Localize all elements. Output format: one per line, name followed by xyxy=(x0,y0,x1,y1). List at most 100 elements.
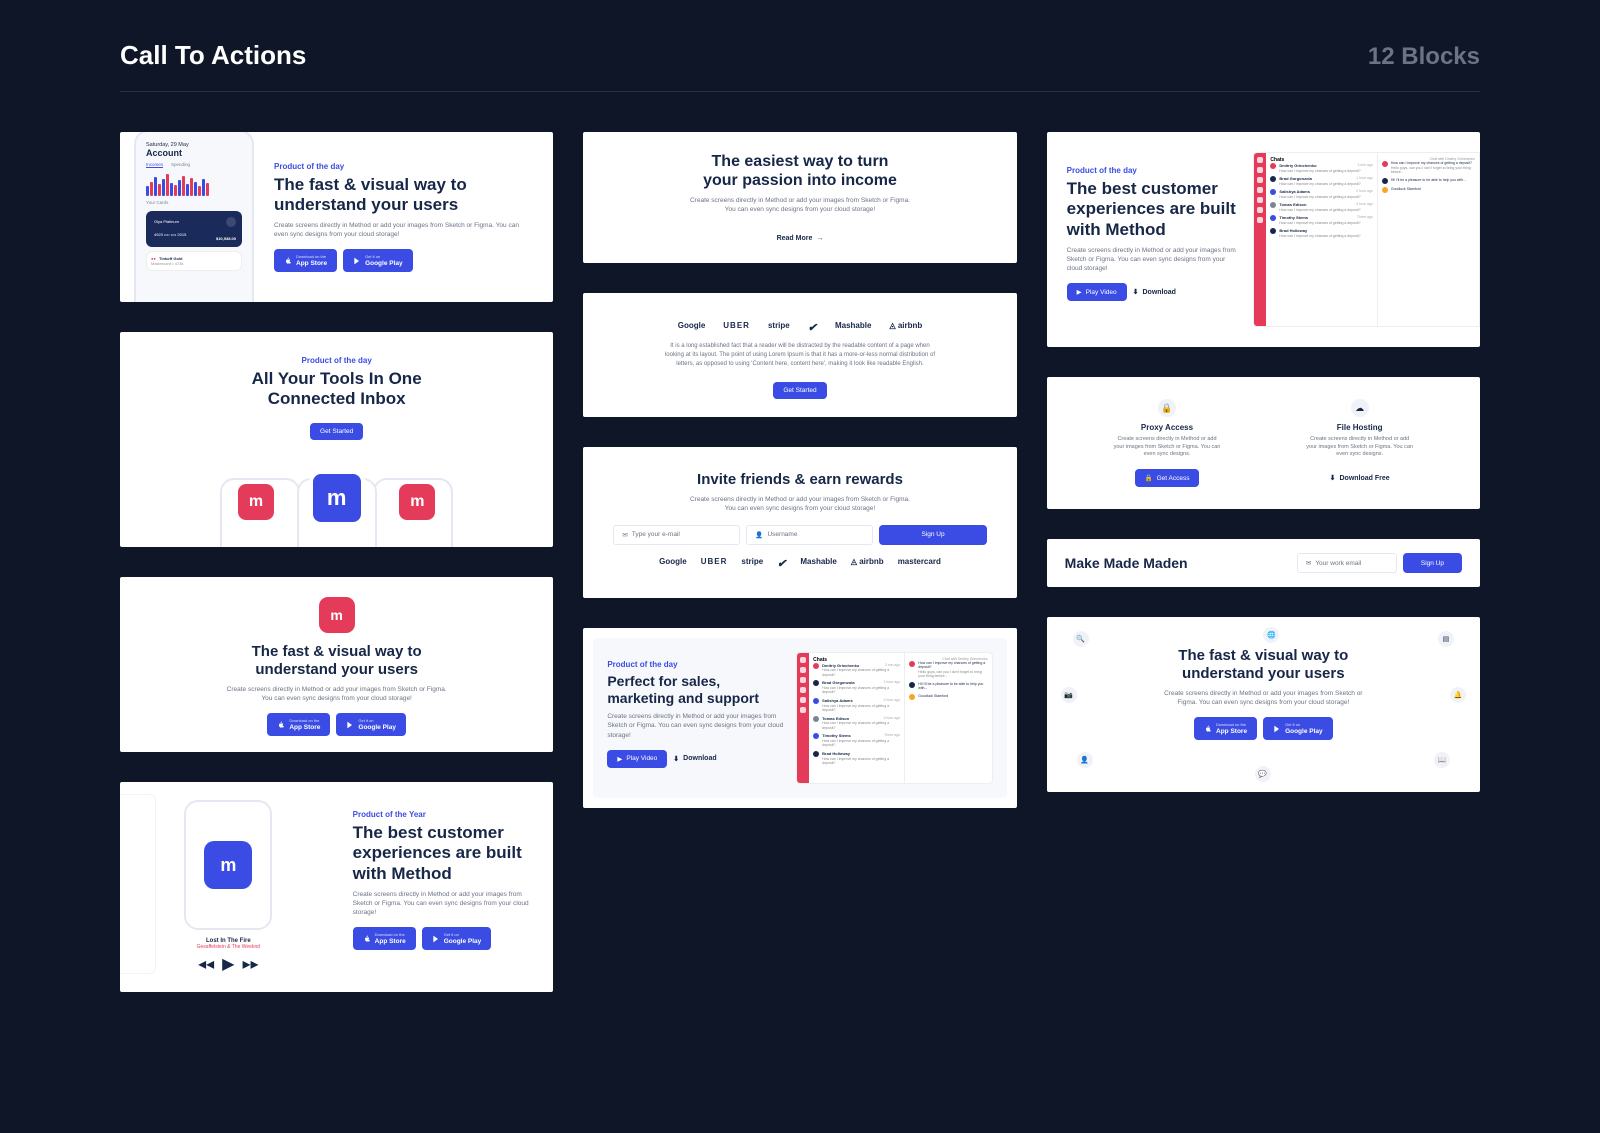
email-input[interactable]: ✉ Type your e-mail xyxy=(613,525,740,545)
google-play-button[interactable]: Get it onGoogle Play xyxy=(422,927,492,950)
chat-item: Brad Gorgonzola 1 hour agoHow can I impr… xyxy=(1270,176,1372,186)
logo-row: Google UBER stripe ✔ Mashable ◬ airbnb m… xyxy=(613,557,986,570)
block-invite-friends: Invite friends & earn rewards Create scr… xyxy=(583,447,1016,598)
page-header: Call To Actions 12 Blocks xyxy=(120,40,1480,92)
feature-title: Proxy Access xyxy=(1112,423,1222,432)
feature-file: ☁ File Hosting Create screens directly i… xyxy=(1305,399,1415,487)
description: Create screens directly in Method or add… xyxy=(1067,246,1240,273)
logo-mastercard: mastercard xyxy=(898,557,941,570)
logo-stripe: stripe xyxy=(768,321,790,334)
play-video-button[interactable]: ▶ Play Video xyxy=(1067,283,1127,301)
google-play-button[interactable]: Get it onGoogle Play xyxy=(343,249,413,272)
block-count: 12 Blocks xyxy=(1368,43,1480,71)
play-icon xyxy=(432,935,440,943)
block-perfect-sales: Product of the day Perfect for sales, ma… xyxy=(583,628,1016,808)
prev-icon[interactable]: ◂◂ xyxy=(198,954,214,974)
next-icon[interactable]: ▸▸ xyxy=(242,954,258,974)
logo-google: Google xyxy=(659,557,687,570)
download-free-link[interactable]: ⬇ Download Free xyxy=(1330,474,1390,482)
logo-row: Google UBER stripe ✔ Mashable ◬ airbnb xyxy=(623,321,976,334)
email-icon: ✉ xyxy=(1306,559,1311,567)
logo-uber: UBER xyxy=(723,321,750,334)
app-store-button[interactable]: Download on theApp Store xyxy=(1194,717,1257,740)
cloud-icon: ☁ xyxy=(1351,399,1369,417)
eyebrow: Product of the day xyxy=(607,660,784,669)
message-icon: 💬 xyxy=(1255,766,1271,782)
username-input[interactable]: 👤 Username xyxy=(746,525,873,545)
play-video-button[interactable]: ▶ Play Video xyxy=(607,750,667,768)
google-play-button[interactable]: Get it onGoogle Play xyxy=(1263,717,1333,740)
chat-item: Brad Gorgonzola 1 hour agoHow can I impr… xyxy=(813,680,900,695)
chat-sidebar xyxy=(1254,153,1266,326)
chat-item: Timothy Stems Three agoHow can I improve… xyxy=(1270,215,1372,225)
download-link[interactable]: ⬇ Download xyxy=(673,755,716,763)
description: Create screens directly in Method or add… xyxy=(227,685,447,703)
text-section: Product of the Year The best customer ex… xyxy=(337,782,554,992)
chat-item: Brad Holloway How can I improve my chanc… xyxy=(813,751,900,766)
download-link[interactable]: ⬇ Download xyxy=(1133,288,1176,296)
tab-spending: Spending xyxy=(171,162,190,168)
email-input[interactable]: ✉ Your work email xyxy=(1297,553,1397,573)
play-icon xyxy=(1273,725,1281,733)
get-started-button[interactable]: Get Started xyxy=(310,423,363,440)
block-fast-visual-phone: Saturday, 29 May Account Incomes Spendin… xyxy=(120,132,553,302)
block-fast-visual-floating: 🔍 🌐 ▤ 📷 🔔 👤 💬 📖 The fast & visual way to… xyxy=(1047,617,1480,792)
chat-ui-mockup: Chats Dmitriy Grinchenko 3 min agoHow ca… xyxy=(1253,152,1480,327)
chat-list: Chats Dmitriy Grinchenko 3 min agoHow ca… xyxy=(809,653,904,783)
app-store-button[interactable]: Download on theApp Store xyxy=(267,713,330,736)
page-title: Call To Actions xyxy=(120,40,306,71)
description: It is a long established fact that a rea… xyxy=(660,342,940,369)
text-section: Product of the day The best customer exp… xyxy=(1067,152,1240,327)
text-section: Product of the day Perfect for sales, ma… xyxy=(607,652,784,784)
app-store-button[interactable]: Download on theApp Store xyxy=(353,927,416,950)
download-icon: ⬇ xyxy=(1133,288,1139,296)
block-tools-inbox: Product of the day All Your Tools In One… xyxy=(120,332,553,547)
sign-up-button[interactable]: Sign Up xyxy=(879,525,986,545)
google-play-button[interactable]: Get it onGoogle Play xyxy=(336,713,406,736)
logo-mashable: Mashable xyxy=(800,557,836,570)
lock-icon: 🔒 xyxy=(1158,399,1176,417)
blocks-grid: Saturday, 29 May Account Incomes Spendin… xyxy=(120,132,1480,992)
magnify-icon: 🔍 xyxy=(1073,631,1089,647)
logo-airbnb: ◬ airbnb xyxy=(889,321,922,334)
block-passion-income: The easiest way to turn your passion int… xyxy=(583,132,1016,263)
chat-message: Hi! I'll be a pleasure to be able to hel… xyxy=(1382,178,1475,184)
app-icon-blue: m xyxy=(204,841,252,889)
credit-card-2: ●● Tinkoff Gold Mastercard • 4736 xyxy=(146,251,242,271)
title: Make Made Maden xyxy=(1065,555,1188,571)
play-icon[interactable]: ▶ xyxy=(222,954,234,974)
block-logos-get-started: Google UBER stripe ✔ Mashable ◬ airbnb I… xyxy=(583,293,1016,417)
chat-ui-mockup: Chats Dmitriy Grinchenko 3 min agoHow ca… xyxy=(796,652,993,784)
chat-message: Goodluck Stamford xyxy=(1382,187,1475,193)
chat-item: Tomas Edison 3 hour agoHow can I improve… xyxy=(1270,202,1372,212)
globe-icon: 🌐 xyxy=(1263,627,1279,643)
chat-message: Goodluck Stamford xyxy=(909,694,987,700)
side-panel xyxy=(120,794,156,974)
phone-title: Account xyxy=(146,148,242,158)
chat-list: Chats Dmitriy Grinchenko 3 min agoHow ca… xyxy=(1266,153,1376,326)
eyebrow: Product of the day xyxy=(1067,166,1240,175)
block-fast-visual-center: m The fast & visual way to understand yo… xyxy=(120,577,553,752)
chat-pane: Chat with Dmitriy Grinchenko How can I i… xyxy=(1377,153,1479,326)
get-started-button[interactable]: Get Started xyxy=(773,382,826,399)
sign-up-button[interactable]: Sign Up xyxy=(1403,553,1462,573)
description: Create screens directly in Method or add… xyxy=(685,495,915,513)
arrow-icon: → xyxy=(816,235,823,242)
chat-item: Dmitriy Grinchenko 3 min agoHow can I im… xyxy=(813,663,900,678)
app-icon-blue: m xyxy=(309,470,365,526)
apple-icon xyxy=(363,935,371,943)
description: Create screens directly in Method or add… xyxy=(353,890,538,917)
chat-message: How can I improve my chances of getting … xyxy=(909,661,987,679)
description: Create screens directly in Method or add… xyxy=(274,221,525,239)
logo-nike: ✔ xyxy=(808,321,817,334)
chat-item: Tomas Edison 3 hour agoHow can I improve… xyxy=(813,716,900,731)
tab-incomes: Incomes xyxy=(146,162,163,168)
book-icon: 📖 xyxy=(1434,752,1450,768)
chat-item: Salishya Adams 2 hour agoHow can I impro… xyxy=(813,698,900,713)
title: The fast & visual way to understand your… xyxy=(1163,647,1363,683)
logo-airbnb: ◬ airbnb xyxy=(851,557,884,570)
read-more-link[interactable]: Read More → xyxy=(777,235,824,242)
email-icon: ✉ xyxy=(622,531,627,539)
get-access-button[interactable]: 🔒 Get Access xyxy=(1135,469,1200,487)
app-store-button[interactable]: Download on theApp Store xyxy=(274,249,337,272)
